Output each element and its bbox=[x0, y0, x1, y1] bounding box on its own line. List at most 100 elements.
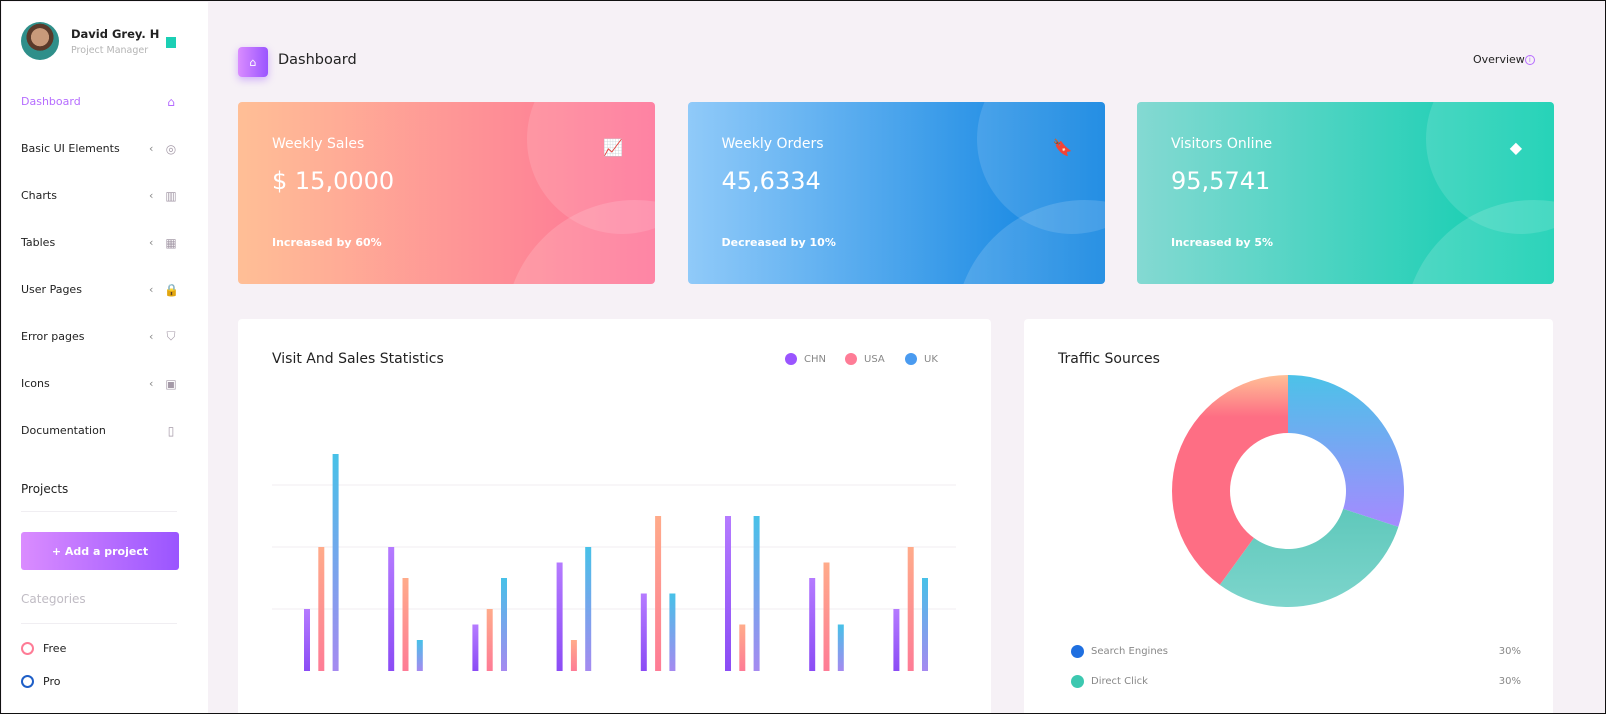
card-change: Increased by 60% bbox=[272, 236, 382, 249]
app-window: David Grey. H Project Manager Dashboard ⌂… bbox=[0, 0, 1606, 714]
visit-sales-panel: Visit And Sales Statistics CHN USA UK bbox=[238, 319, 991, 713]
chevron-left-icon: ‹ bbox=[149, 330, 154, 343]
sidebar-nav: Dashboard ⌂ Basic UI Elements ‹ ◎ Charts ‹ ▥ Tab… bbox=[2, 78, 208, 454]
info-icon: i bbox=[1524, 55, 1535, 65]
sidebar-item-label: Tables bbox=[21, 236, 56, 249]
bar-uk-2[interactable] bbox=[416, 640, 423, 671]
sidebar-item-error-pages[interactable]: Error pages ‹ ⛉ bbox=[2, 313, 208, 360]
bar-usa-7[interactable] bbox=[823, 562, 830, 672]
bar-chn-5[interactable] bbox=[640, 593, 647, 672]
bar-uk-6[interactable] bbox=[753, 516, 760, 671]
legend-dot bbox=[845, 353, 857, 365]
bar-usa-1[interactable] bbox=[318, 547, 325, 671]
sidebar-item-documentation[interactable]: Documentation ▯ bbox=[2, 407, 208, 454]
sidebar-item-label: Icons bbox=[21, 377, 50, 390]
legend-label: Search Engines bbox=[1091, 646, 1169, 657]
stat-card-weekly-orders: Weekly Orders 45,6334 Decreased by 10% 🔖 bbox=[687, 102, 1105, 284]
bar-uk-1[interactable] bbox=[332, 454, 339, 671]
legend-dot bbox=[905, 353, 917, 365]
sidebar-item-charts[interactable]: Charts ‹ ▥ bbox=[2, 172, 208, 219]
file-document-icon: ▯ bbox=[167, 423, 175, 438]
category-label: Free bbox=[43, 642, 67, 655]
add-project-button[interactable]: + Add a project bbox=[21, 532, 179, 570]
card-label: Visitors Online bbox=[1171, 136, 1273, 152]
sidebar-item-basic-ui-elements[interactable]: Basic UI Elements ‹ ◎ bbox=[2, 125, 208, 172]
home-icon: ⌂ bbox=[167, 94, 175, 109]
sidebar-item-user-pages[interactable]: User Pages ‹ 🔒 bbox=[2, 266, 208, 313]
sidebar-item-label: Basic UI Elements bbox=[21, 142, 120, 155]
legend-dot bbox=[1071, 645, 1084, 658]
sidebar-item-label: Documentation bbox=[21, 424, 106, 437]
contacts-icon: ▣ bbox=[165, 376, 177, 391]
bar-uk-3[interactable] bbox=[501, 578, 507, 671]
sidebar: David Grey. H Project Manager Dashboard ⌂… bbox=[2, 2, 208, 713]
chevron-left-icon: ‹ bbox=[149, 189, 154, 202]
bar-uk-5[interactable] bbox=[669, 593, 676, 672]
user-name: David Grey. H bbox=[71, 27, 160, 41]
bar-chn-8[interactable] bbox=[893, 609, 900, 671]
circle-icon bbox=[21, 642, 34, 655]
legend-label: Direct Click bbox=[1091, 676, 1148, 687]
diamond-icon: ◆ bbox=[1509, 138, 1522, 157]
donut-chart bbox=[1172, 375, 1404, 607]
chevron-left-icon: ‹ bbox=[149, 142, 154, 155]
traffic-legend-item: Direct Click 30% bbox=[1071, 675, 1521, 688]
bar-chn-6[interactable] bbox=[725, 516, 731, 671]
bar-usa-6[interactable] bbox=[739, 624, 746, 672]
legend-dot bbox=[1071, 675, 1084, 688]
card-value: 95,5741 bbox=[1171, 167, 1271, 195]
legend-percent: 30% bbox=[1498, 646, 1521, 657]
sidebar-item-label: Dashboard bbox=[21, 95, 81, 108]
legend-percent: 30% bbox=[1498, 676, 1521, 687]
bar-chn-1[interactable] bbox=[304, 609, 310, 671]
bar-chart bbox=[272, 454, 956, 672]
card-value: $ 15,0000 bbox=[272, 167, 395, 195]
legend-label: USA bbox=[864, 353, 885, 365]
sidebar-item-label: Error pages bbox=[21, 330, 85, 343]
overview-label: Overview bbox=[1473, 53, 1525, 66]
category-free[interactable]: Free bbox=[21, 642, 66, 655]
legend-dot bbox=[785, 353, 797, 365]
legend-item-chn[interactable]: CHN bbox=[785, 353, 826, 365]
card-label: Weekly Sales bbox=[272, 136, 365, 152]
bar-usa-8[interactable] bbox=[907, 547, 914, 671]
sidebar-item-icons[interactable]: Icons ‹ ▣ bbox=[2, 360, 208, 407]
bar-usa-5[interactable] bbox=[655, 516, 662, 671]
legend-label: CHN bbox=[804, 353, 826, 365]
page-title: Dashboard bbox=[278, 52, 357, 68]
bar-usa-3[interactable] bbox=[486, 609, 493, 671]
card-value: 45,6334 bbox=[721, 167, 821, 195]
bar-usa-2[interactable] bbox=[402, 578, 409, 671]
category-pro[interactable]: Pro bbox=[21, 675, 60, 688]
chevron-left-icon: ‹ bbox=[149, 236, 154, 249]
table-icon: ▦ bbox=[165, 235, 177, 250]
bar-uk-8[interactable] bbox=[922, 578, 928, 671]
decor-circle bbox=[954, 200, 1105, 284]
divider bbox=[21, 623, 177, 624]
decor-circle bbox=[505, 200, 655, 284]
bar-uk-7[interactable] bbox=[837, 624, 844, 672]
bar-chn-7[interactable] bbox=[809, 578, 816, 671]
overview-link[interactable]: Overview i bbox=[1473, 53, 1535, 66]
bar-chn-4[interactable] bbox=[556, 562, 563, 672]
bar-usa-4[interactable] bbox=[570, 640, 577, 671]
circle-icon bbox=[21, 675, 34, 688]
stat-card-visitors-online: Visitors Online 95,5741 Increased by 5% … bbox=[1137, 102, 1554, 284]
avatar[interactable] bbox=[21, 22, 59, 60]
legend-item-uk[interactable]: UK bbox=[905, 353, 938, 365]
crosshairs-icon: ◎ bbox=[165, 141, 177, 156]
projects-heading: Projects bbox=[21, 482, 69, 496]
card-label: Weekly Orders bbox=[721, 136, 824, 152]
bar-chn-3[interactable] bbox=[472, 624, 479, 672]
sidebar-item-dashboard[interactable]: Dashboard ⌂ bbox=[2, 78, 208, 125]
legend-item-usa[interactable]: USA bbox=[845, 353, 885, 365]
traffic-legend-item: Search Engines 30% bbox=[1071, 645, 1521, 658]
bar-uk-4[interactable] bbox=[585, 547, 592, 671]
categories-heading: Categories bbox=[21, 592, 86, 606]
sidebar-item-tables[interactable]: Tables ‹ ▦ bbox=[2, 219, 208, 266]
donut-slice-search-engines[interactable] bbox=[1288, 375, 1404, 527]
sidebar-item-label: Charts bbox=[21, 189, 57, 202]
chart-line-icon: 📈 bbox=[603, 138, 623, 157]
donut-slice-direct-click[interactable] bbox=[1219, 508, 1399, 607]
bar-chn-2[interactable] bbox=[388, 547, 395, 671]
